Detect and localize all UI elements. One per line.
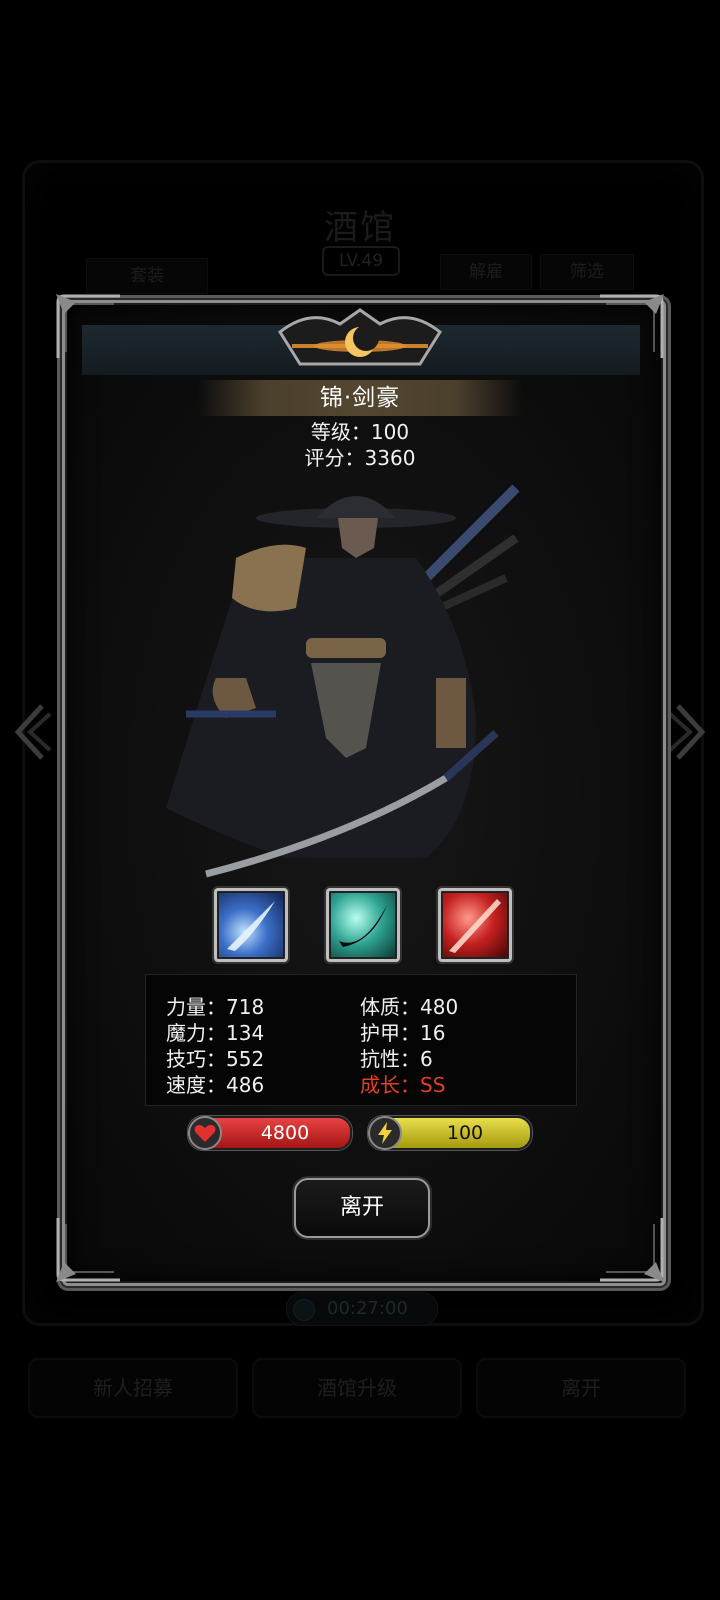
stat-resistance: 抗性：6 [360,1047,433,1071]
background-leave-button: 离开 [476,1358,686,1418]
skill-slot-1[interactable] [214,888,288,962]
skill-slot-3[interactable] [438,888,512,962]
frame-corner-ornament-icon [56,294,120,358]
frame-corner-ornament-icon [600,294,664,358]
background-title: 酒馆 [324,208,396,248]
hero-name: 锦·剑豪 [198,380,522,416]
background-filter-button: 筛选 [540,254,634,290]
lightning-icon [368,1116,402,1150]
stat-strength: 力量：718 [166,995,265,1019]
stat-speed: 速度：486 [166,1073,265,1097]
swordsman-hero-portrait [166,484,520,878]
hp-bar: 4800 [188,1116,352,1150]
previous-hero-arrow-icon[interactable] [12,700,52,764]
background-suit-button: 套装 [86,258,208,294]
background-timer-text: 00:27:00 [327,1298,408,1319]
stat-growth: 成长：SS [360,1073,446,1097]
hero-level: 等级：100 [310,420,410,444]
clock-icon [293,1299,315,1321]
background-level-badge: LV.49 [322,246,400,276]
background-upgrade-button: 酒馆升级 [252,1358,462,1418]
leave-button[interactable]: 离开 [294,1178,430,1238]
heart-icon [188,1116,222,1150]
frame-corner-ornament-icon [600,1218,664,1282]
stat-skill: 技巧：552 [166,1047,265,1071]
blue-slash-icon [227,901,275,951]
stat-magic: 魔力：134 [166,1021,265,1045]
red-slash-icon [449,899,501,953]
crescent-moon-emblem-icon [278,308,442,366]
energy-value: 100 [446,1122,484,1144]
cyan-slash-icon [339,905,387,947]
energy-bar: 100 [368,1116,532,1150]
stat-armor: 护甲：16 [360,1021,446,1045]
hero-score: 评分：3360 [304,446,416,470]
hp-value: 4800 [260,1122,310,1144]
background-dismiss-button: 解雇 [440,254,532,290]
next-hero-arrow-icon[interactable] [668,700,708,764]
hero-stats-panel: 力量：718 魔力：134 技巧：552 速度：486 体质：480 护甲：16… [145,974,577,1106]
background-timer: 00:27:00 [286,1292,438,1326]
skill-slot-2[interactable] [326,888,400,962]
background-recruit-button: 新人招募 [28,1358,238,1418]
stat-constitution: 体质：480 [360,995,459,1019]
frame-corner-ornament-icon [56,1218,120,1282]
